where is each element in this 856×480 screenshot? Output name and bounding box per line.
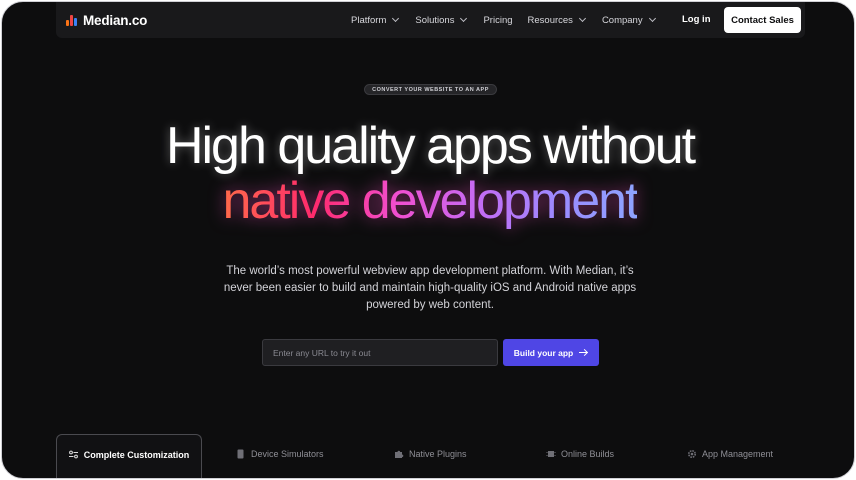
- tab-label: Online Builds: [561, 449, 615, 459]
- chevron-down-icon: [648, 14, 656, 23]
- phone-icon: [236, 449, 245, 459]
- page-frame: Median.co Platform Solutions Pricing Res…: [1, 1, 855, 479]
- nav-item-label: Company: [601, 14, 643, 26]
- main-menu: Platform Solutions Pricing Resources Com…: [351, 2, 656, 38]
- tab-label: App Management: [702, 449, 774, 459]
- chevron-down-icon: [392, 14, 400, 23]
- tab-complete-customization[interactable]: Complete Customization: [56, 434, 202, 478]
- nav-item-platform[interactable]: Platform: [351, 14, 400, 26]
- puzzle-icon: [394, 449, 404, 458]
- top-navbar: Median.co Platform Solutions Pricing Res…: [56, 2, 805, 38]
- arrow-right-icon: [579, 349, 588, 356]
- nav-item-label: Resources: [527, 14, 573, 26]
- gear-icon: [687, 449, 697, 459]
- nav-item-label: Platform: [351, 14, 387, 26]
- brand-logo[interactable]: Median.co: [66, 13, 147, 28]
- login-link[interactable]: Log in: [682, 14, 711, 25]
- tab-device-simulators[interactable]: Device Simulators: [236, 434, 324, 478]
- logo-bars-icon: [66, 14, 78, 26]
- tab-label: Device Simulators: [251, 449, 324, 459]
- nav-item-company[interactable]: Company: [601, 14, 656, 26]
- eyebrow-badge: CONVERT YOUR WEBSITE TO AN APP: [364, 84, 497, 95]
- url-input[interactable]: [262, 339, 498, 366]
- build-app-button[interactable]: Build your app: [503, 339, 599, 366]
- chip-icon: [546, 449, 556, 458]
- hero-subtitle: The world’s most powerful webview app de…: [223, 265, 637, 311]
- chevron-down-icon: [578, 14, 586, 23]
- tab-label: Complete Customization: [83, 450, 190, 460]
- tab-label: Native Plugins: [409, 449, 467, 459]
- nav-item-solutions[interactable]: Solutions: [415, 14, 468, 26]
- nav-item-pricing[interactable]: Pricing: [483, 15, 512, 26]
- brand-name: Median.co: [83, 12, 148, 28]
- nav-item-resources[interactable]: Resources: [527, 14, 586, 26]
- chevron-down-icon: [460, 14, 468, 23]
- sliders-icon: [68, 450, 78, 459]
- hero-title-gradient-text: native development: [222, 172, 640, 230]
- tab-native-plugins[interactable]: Native Plugins: [394, 434, 467, 478]
- build-app-label: Build your app: [513, 347, 574, 358]
- hero-title-line2: native development: [2, 172, 854, 230]
- nav-item-label: Pricing: [483, 14, 513, 26]
- hero-title-line1: High quality apps without: [165, 117, 696, 175]
- tab-online-builds[interactable]: Online Builds: [546, 434, 615, 478]
- nav-item-label: Solutions: [415, 14, 455, 26]
- tab-app-management[interactable]: App Management: [687, 434, 774, 478]
- contact-sales-button[interactable]: Contact Sales: [724, 7, 801, 33]
